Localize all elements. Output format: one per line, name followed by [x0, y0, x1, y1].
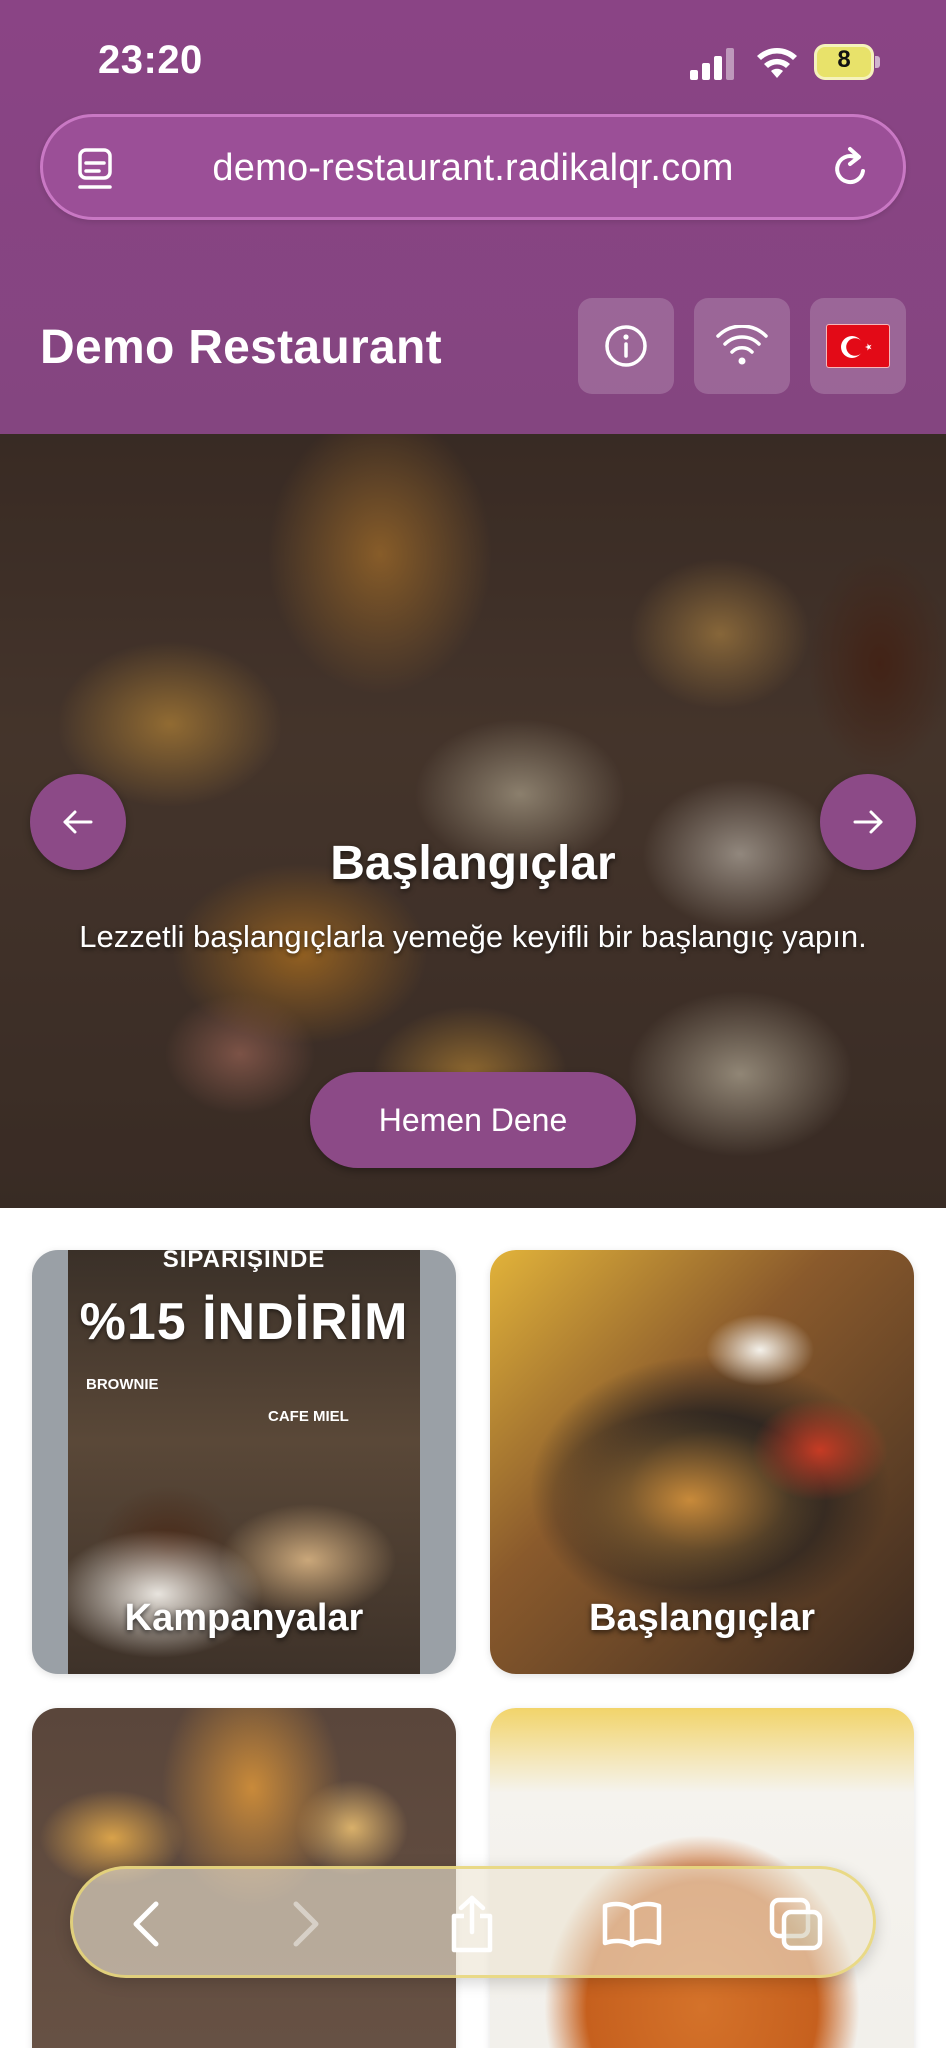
- browser-toolbar: [70, 1866, 876, 1978]
- tabs-overview-button[interactable]: [763, 1891, 829, 1957]
- wifi-icon: [757, 48, 797, 78]
- category-label: Başlangıçlar: [589, 1597, 815, 1639]
- category-card-starters[interactable]: Başlangıçlar: [490, 1250, 914, 1674]
- forward-button[interactable]: [273, 1891, 339, 1957]
- status-bar: 23:20 8: [0, 0, 946, 110]
- back-button[interactable]: [113, 1891, 179, 1957]
- promo-item-cafe-miel: CAFE MIEL: [268, 1408, 349, 1425]
- category-label: Kampanyalar: [124, 1597, 364, 1639]
- arrow-left-icon: [63, 810, 93, 834]
- tabs-icon[interactable]: [77, 147, 117, 191]
- share-icon: [451, 1895, 493, 1953]
- hero-subtitle: Lezzetli başlangıçlarla yemeğe keyifli b…: [79, 919, 867, 954]
- bookmarks-button[interactable]: [599, 1891, 665, 1957]
- back-icon: [133, 1901, 159, 1947]
- wifi-icon: [716, 325, 768, 365]
- forward-icon: [293, 1901, 319, 1947]
- tabs-overview-icon: [769, 1897, 823, 1951]
- try-now-button[interactable]: Hemen Dene: [310, 1072, 636, 1168]
- hero-slider[interactable]: Başlangıçlar Lezzetli başlangıçlarla yem…: [0, 434, 946, 1208]
- reload-icon[interactable]: [829, 145, 873, 191]
- language-button[interactable]: [810, 298, 906, 394]
- hero-title: Başlangıçlar: [330, 837, 616, 890]
- promo-headline: %15 İNDİRİM: [79, 1293, 409, 1351]
- restaurant-title: Demo Restaurant: [40, 321, 442, 374]
- promo-top-text: SİPARİŞİNDE: [162, 1250, 326, 1273]
- address-bar[interactable]: demo-restaurant.radikalqr.com: [40, 114, 906, 220]
- signal-icon: [690, 48, 734, 80]
- battery-level: 8: [837, 46, 851, 73]
- url-text[interactable]: demo-restaurant.radikalqr.com: [153, 147, 793, 190]
- bookmarks-icon: [602, 1901, 662, 1948]
- category-card-campaigns[interactable]: SİPARİŞİNDE %15 İNDİRİM BROWNIE CAFE MIE…: [32, 1250, 456, 1674]
- share-button[interactable]: [439, 1891, 505, 1957]
- top-header-area: 23:20 8 demo-restaurant.radikalqr.com De…: [0, 0, 946, 434]
- turkey-flag-icon: [826, 324, 890, 368]
- info-button[interactable]: [578, 298, 674, 394]
- arrow-right-icon: [853, 810, 883, 834]
- app-header: Demo Restaurant: [0, 290, 946, 400]
- battery-icon: 8: [814, 44, 880, 80]
- wifi-button[interactable]: [694, 298, 790, 394]
- status-time: 23:20: [98, 38, 203, 82]
- promo-item-brownie: BROWNIE: [86, 1376, 159, 1393]
- info-icon: [605, 325, 647, 367]
